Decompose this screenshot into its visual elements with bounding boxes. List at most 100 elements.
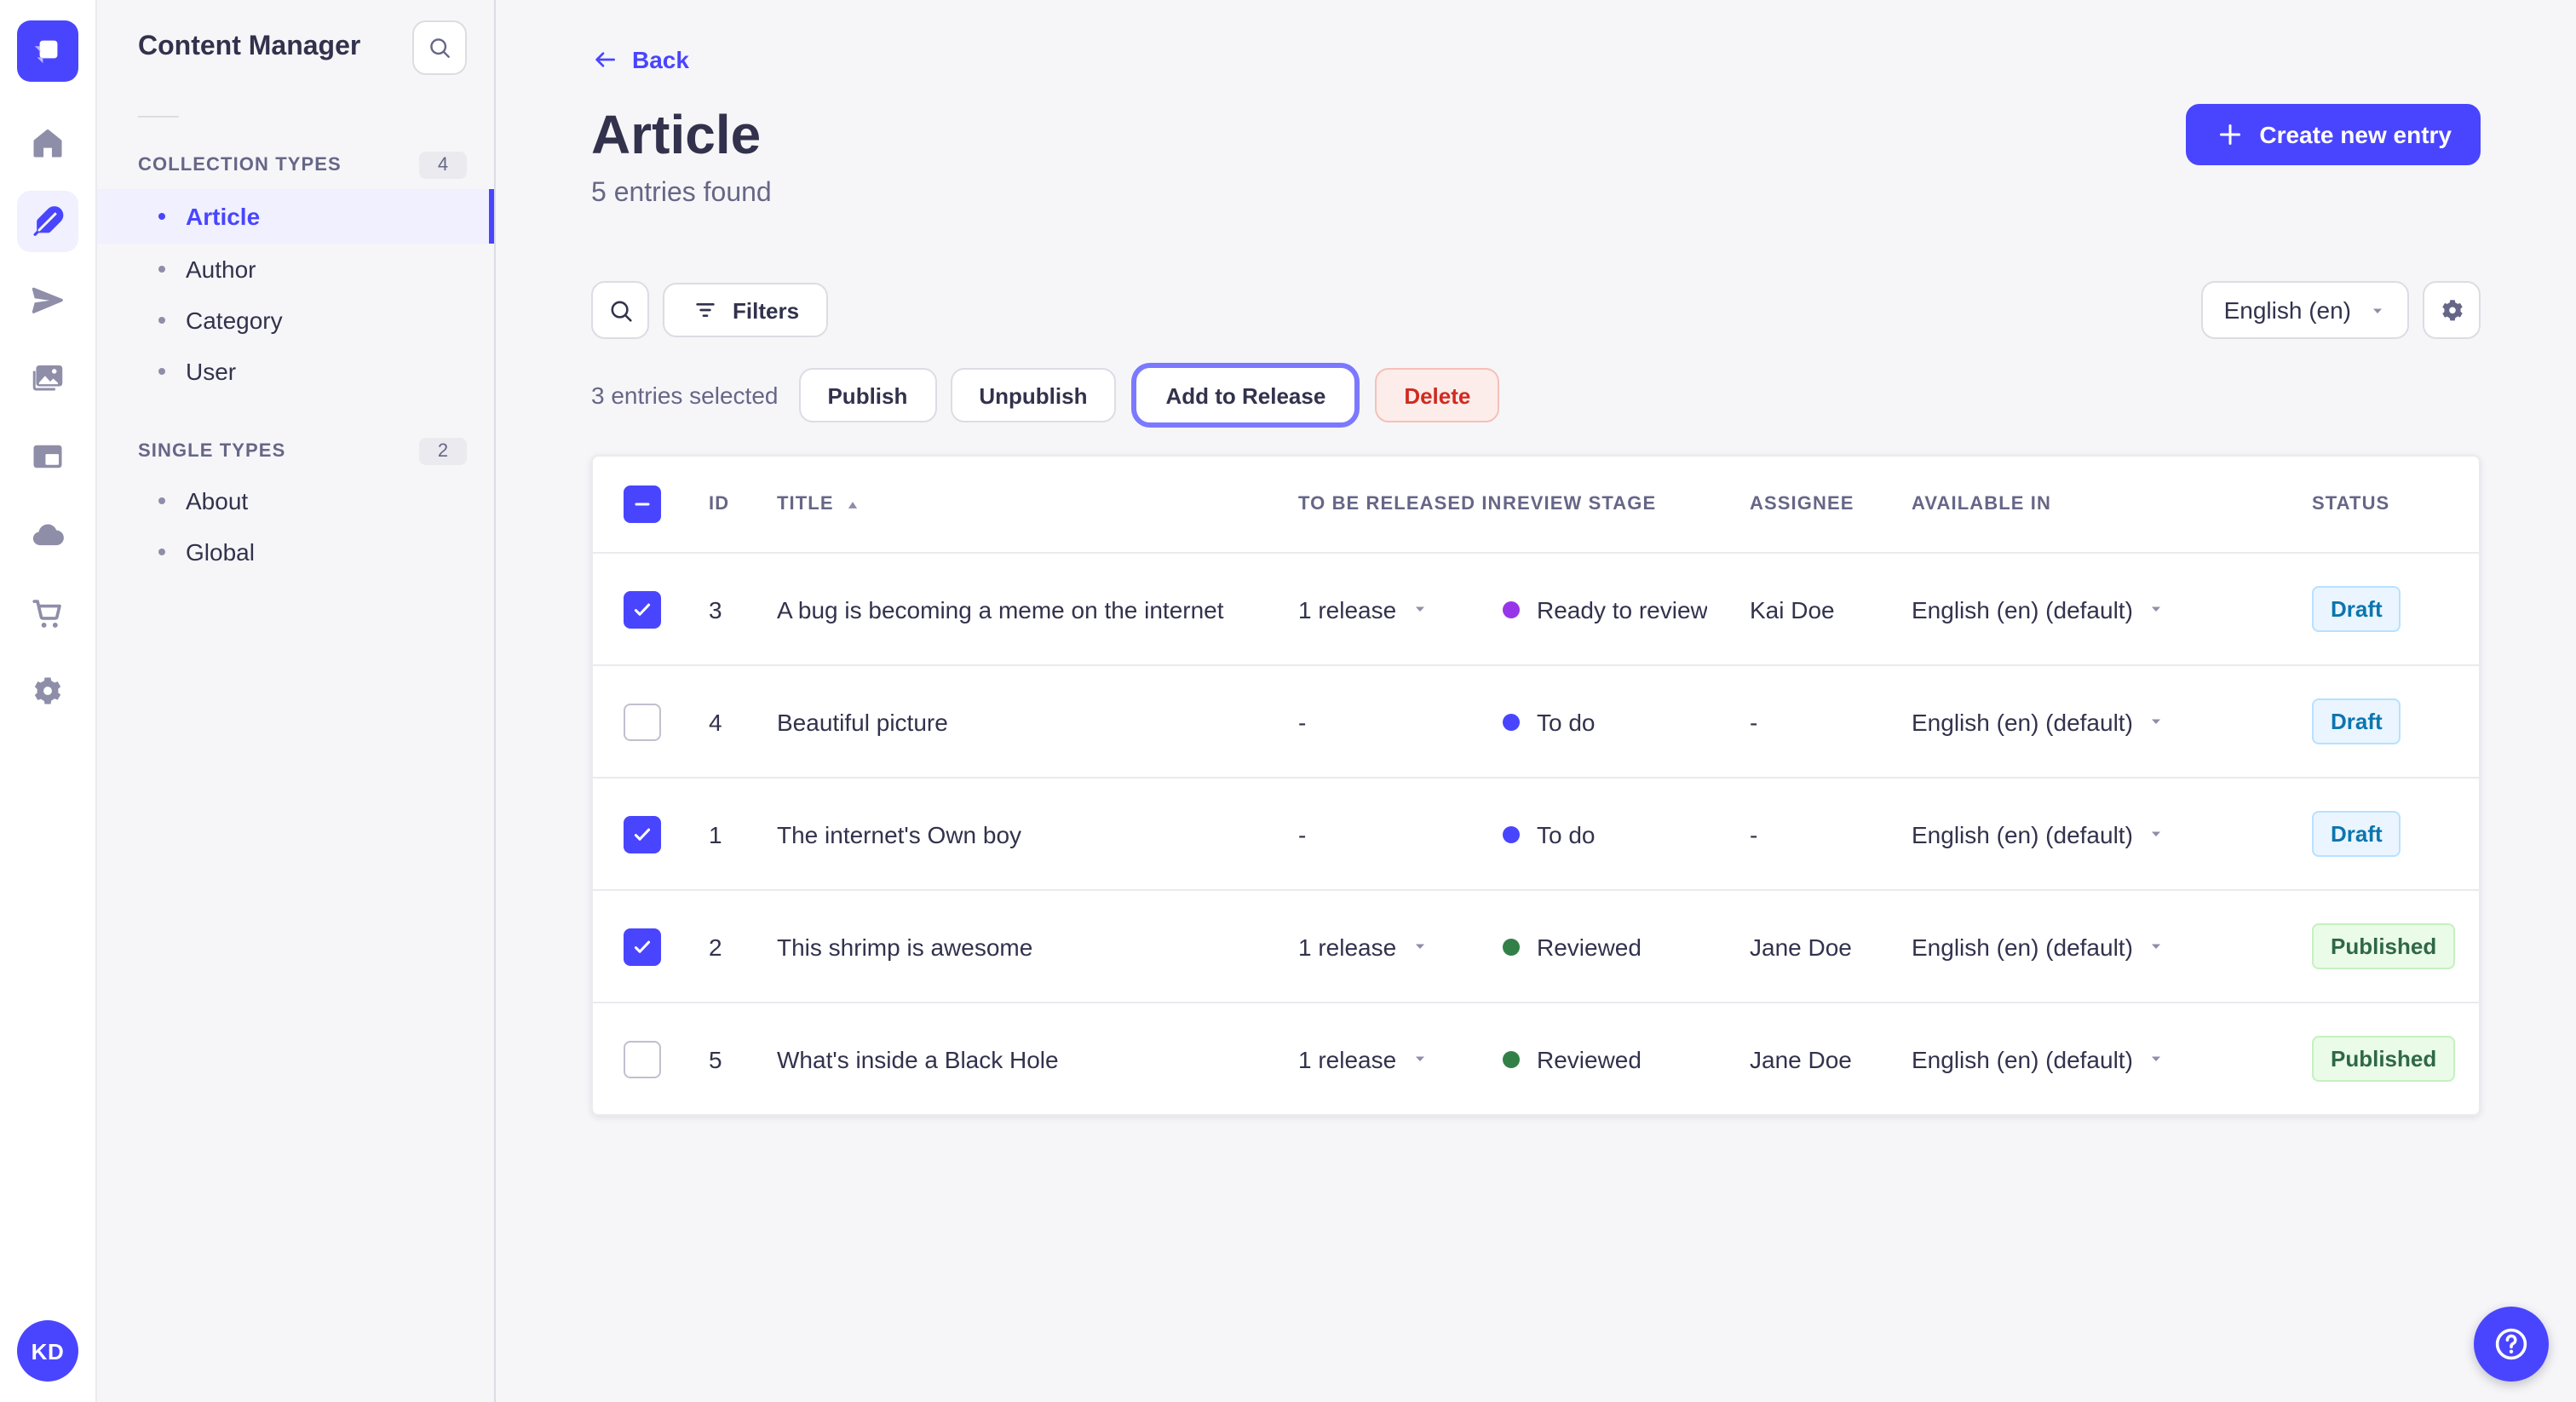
caret-down-icon	[1410, 600, 1429, 618]
releases-paper-plane-icon[interactable]	[16, 269, 78, 330]
cell-review-stage: Reviewed	[1503, 933, 1750, 960]
status-badge: Draft	[2312, 698, 2401, 744]
home-icon[interactable]	[16, 112, 78, 174]
media-library-icon[interactable]	[16, 348, 78, 409]
back-link[interactable]: Back	[591, 46, 689, 73]
create-new-entry-button[interactable]: Create new entry	[2186, 104, 2481, 165]
cell-title: This shrimp is awesome	[777, 933, 1033, 960]
sidebar-item-label: Category	[186, 307, 283, 334]
bullet-icon	[158, 497, 165, 504]
cell-available-in[interactable]: English (en) (default)	[1912, 820, 2165, 848]
caret-down-icon	[2147, 712, 2165, 731]
section-count-badge: 4	[419, 152, 467, 179]
row-checkbox[interactable]	[624, 815, 661, 853]
sidebar-item-label: User	[186, 358, 237, 385]
checkmark-icon	[630, 822, 654, 846]
cell-id: 4	[709, 708, 722, 735]
status-badge: Published	[2312, 1036, 2456, 1082]
cell-assignee: Jane Doe	[1750, 933, 1852, 960]
filters-button[interactable]: Filters	[663, 283, 829, 337]
row-checkbox[interactable]	[624, 928, 661, 965]
checkmark-icon	[630, 597, 654, 621]
caret-down-icon	[2147, 825, 2165, 843]
review-stage-dot	[1503, 825, 1520, 842]
cell-id: 2	[709, 933, 722, 960]
cell-available-in[interactable]: English (en) (default)	[1912, 933, 2165, 960]
sidebar-search-button[interactable]	[412, 20, 467, 75]
gear-icon	[2437, 296, 2466, 325]
sidebar-item-label: Article	[186, 203, 261, 230]
view-settings-button[interactable]	[2423, 281, 2481, 339]
caret-down-icon	[2147, 937, 2165, 956]
marketplace-cart-icon[interactable]	[16, 583, 78, 644]
table-row[interactable]: 2 This shrimp is awesome 1 release Revie…	[593, 891, 2479, 1003]
row-checkbox[interactable]	[624, 703, 661, 740]
deploy-cloud-icon[interactable]	[16, 504, 78, 566]
content-type-builder-icon[interactable]	[16, 426, 78, 487]
sidebar-item-user[interactable]: User	[97, 346, 494, 397]
delete-button[interactable]: Delete	[1375, 368, 1500, 422]
table-row[interactable]: 3 A bug is becoming a meme on the intern…	[593, 554, 2479, 666]
search-icon	[606, 296, 635, 325]
sidebar-item-category[interactable]: Category	[97, 295, 494, 346]
column-header-id: ID	[709, 494, 730, 514]
status-badge: Published	[2312, 923, 2456, 969]
unpublish-button[interactable]: Unpublish	[950, 368, 1117, 422]
status-badge: Draft	[2312, 811, 2401, 857]
publish-button[interactable]: Publish	[798, 368, 937, 422]
column-header-status: STATUS	[2312, 494, 2390, 514]
bullet-icon	[158, 317, 165, 324]
content-manager-icon[interactable]	[16, 191, 78, 252]
help-button[interactable]	[2474, 1307, 2549, 1382]
select-all-checkbox[interactable]	[624, 486, 661, 523]
caret-down-icon	[2147, 600, 2165, 618]
cell-assignee: Kai Doe	[1750, 595, 1835, 623]
row-checkbox[interactable]	[624, 1040, 661, 1077]
cell-release: -	[1298, 708, 1307, 735]
cell-review-stage: Ready to review	[1503, 595, 1750, 623]
cell-available-in[interactable]: English (en) (default)	[1912, 708, 2165, 735]
table-row[interactable]: 5 What's inside a Black Hole 1 release R…	[593, 1003, 2479, 1114]
plus-icon	[2215, 119, 2245, 150]
sidebar-item-label: Author	[186, 256, 256, 283]
cell-title: The internet's Own boy	[777, 820, 1022, 848]
cell-assignee: -	[1750, 708, 1758, 735]
sort-asc-icon	[844, 495, 863, 514]
bullet-icon	[158, 266, 165, 273]
page-title: Article	[591, 104, 762, 165]
cell-review-stage: To do	[1503, 820, 1750, 848]
locale-select[interactable]: English (en)	[2201, 281, 2409, 339]
search-button[interactable]	[591, 281, 649, 339]
add-to-release-button[interactable]: Add to Release	[1136, 368, 1355, 422]
row-checkbox[interactable]	[624, 590, 661, 628]
filter-icon	[692, 296, 719, 324]
table-row[interactable]: 4 Beautiful picture - To do - English (e…	[593, 666, 2479, 779]
cell-title: A bug is becoming a meme on the internet	[777, 595, 1224, 623]
cell-available-in[interactable]: English (en) (default)	[1912, 1045, 2165, 1072]
cell-available-in[interactable]: English (en) (default)	[1912, 595, 2165, 623]
sidebar-item-article[interactable]: Article	[97, 189, 494, 244]
user-avatar[interactable]: KD	[17, 1320, 78, 1382]
cell-id: 1	[709, 820, 722, 848]
entries-count: 5 entries found	[591, 179, 772, 208]
collection-types-header: COLLECTION TYPES 4	[97, 141, 494, 189]
sidebar-item-global[interactable]: Global	[97, 526, 494, 577]
cell-assignee: Jane Doe	[1750, 1045, 1852, 1072]
sidebar-item-about[interactable]: About	[97, 475, 494, 526]
sidebar-item-author[interactable]: Author	[97, 244, 494, 295]
column-header-title[interactable]: TITLE	[777, 494, 1298, 514]
cell-release[interactable]: 1 release	[1298, 933, 1429, 960]
table-row[interactable]: 1 The internet's Own boy - To do - Engli…	[593, 779, 2479, 891]
strapi-logo[interactable]	[17, 20, 78, 82]
column-header-available-in: AVAILABLE IN	[1912, 494, 2051, 514]
selection-count-label: 3 entries selected	[591, 382, 779, 409]
cell-assignee: -	[1750, 820, 1758, 848]
locale-value: English (en)	[2223, 296, 2351, 324]
caret-down-icon	[2368, 301, 2387, 319]
review-stage-dot	[1503, 713, 1520, 730]
cell-release[interactable]: 1 release	[1298, 1045, 1429, 1072]
settings-gear-icon[interactable]	[16, 661, 78, 722]
app-window: KD Content Manager COLLECTION TYPES 4 Ar…	[0, 0, 2576, 1402]
cell-title: Beautiful picture	[777, 708, 948, 735]
cell-release[interactable]: 1 release	[1298, 595, 1429, 623]
